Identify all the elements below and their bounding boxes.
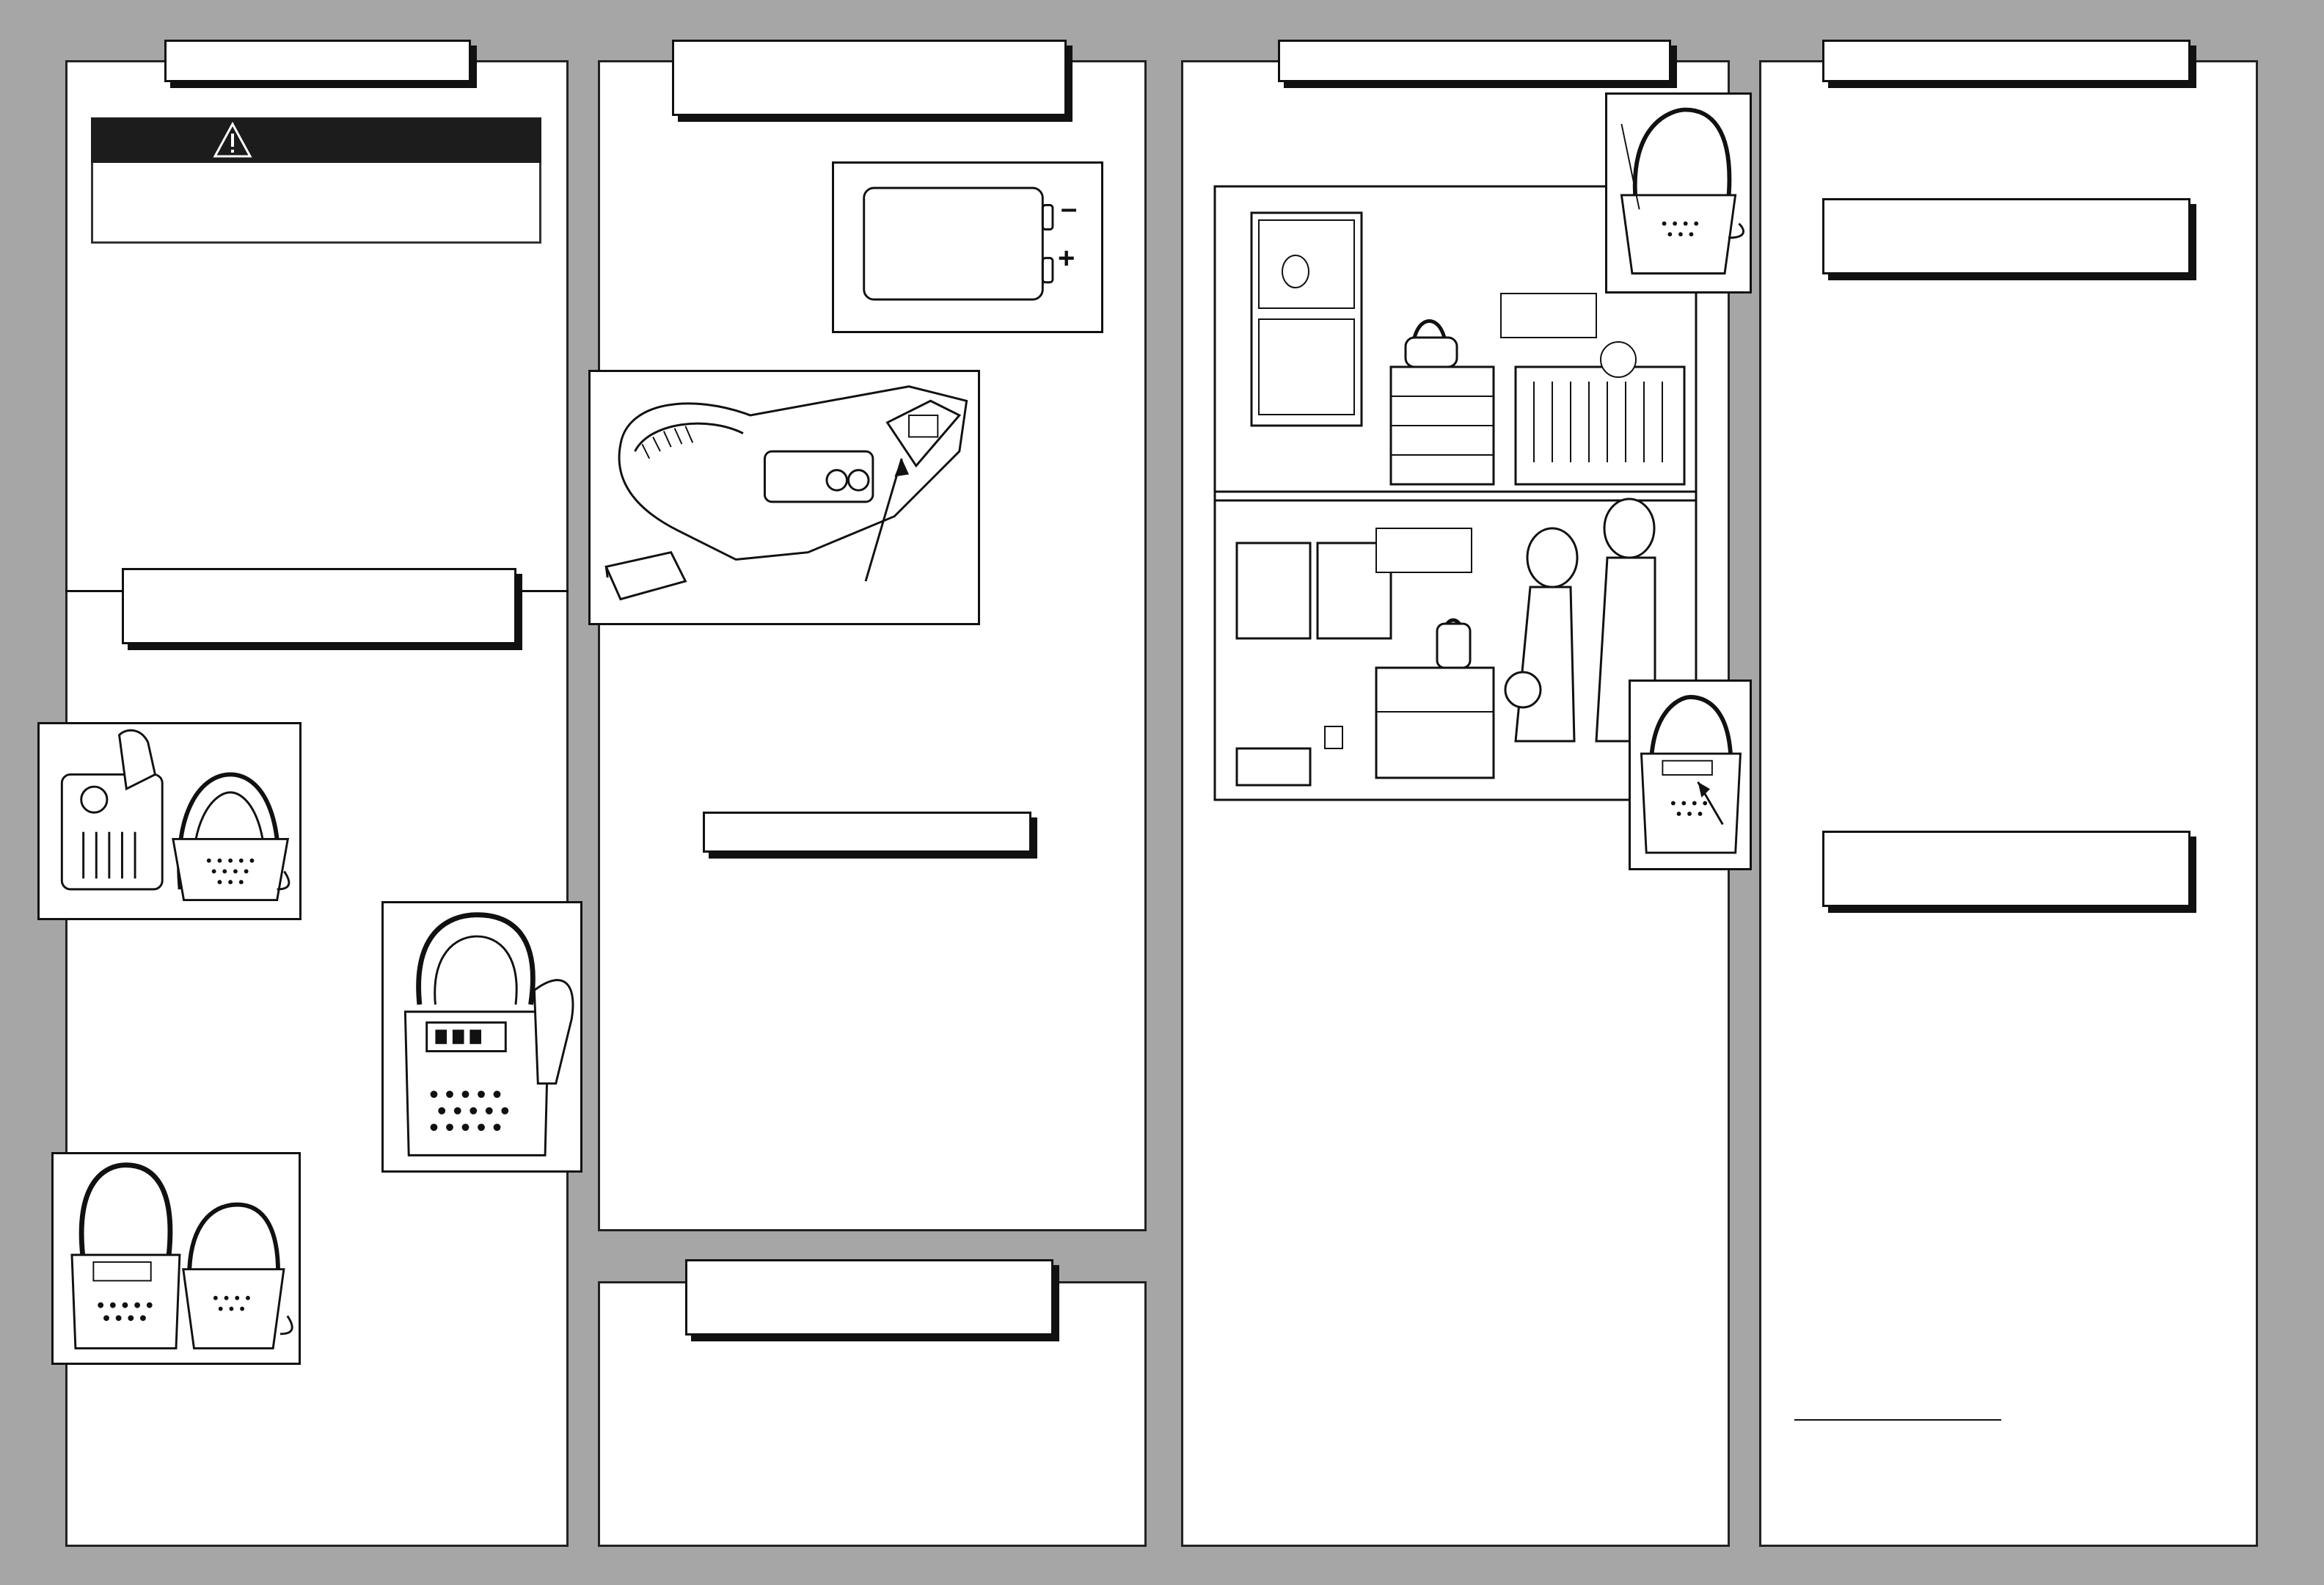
panel-4-section-heading-box-1 <box>1822 198 2190 274</box>
panel-2-lower-heading-box <box>685 1259 1053 1336</box>
panel-4 <box>1759 60 2258 1547</box>
panel-2-subheading-box <box>703 812 1031 853</box>
panel-4-heading-box <box>1822 40 2190 82</box>
figure-baby-unit-detail <box>1605 92 1752 294</box>
battery-minus-label: – <box>1061 192 1078 225</box>
figure-parent-unit-plugged <box>37 722 302 920</box>
figure-parent-unit-detail <box>1629 679 1752 870</box>
panel-2-heading-box <box>672 40 1067 116</box>
figure-battery-compartment <box>588 370 980 625</box>
panel-1-heading-box <box>164 40 471 82</box>
warning-triangle-icon <box>213 121 252 158</box>
panel-3-heading-box <box>1278 40 1671 82</box>
battery-plus-label: + <box>1058 242 1075 274</box>
figure-both-units <box>51 1152 301 1365</box>
panel-4-section-heading-box-2 <box>1822 831 2190 907</box>
panel-4-signature-line <box>1794 1419 2001 1421</box>
panel-1-section-heading-box <box>122 568 516 644</box>
figure-power-switch <box>381 901 582 1173</box>
warning-bar <box>91 117 541 163</box>
